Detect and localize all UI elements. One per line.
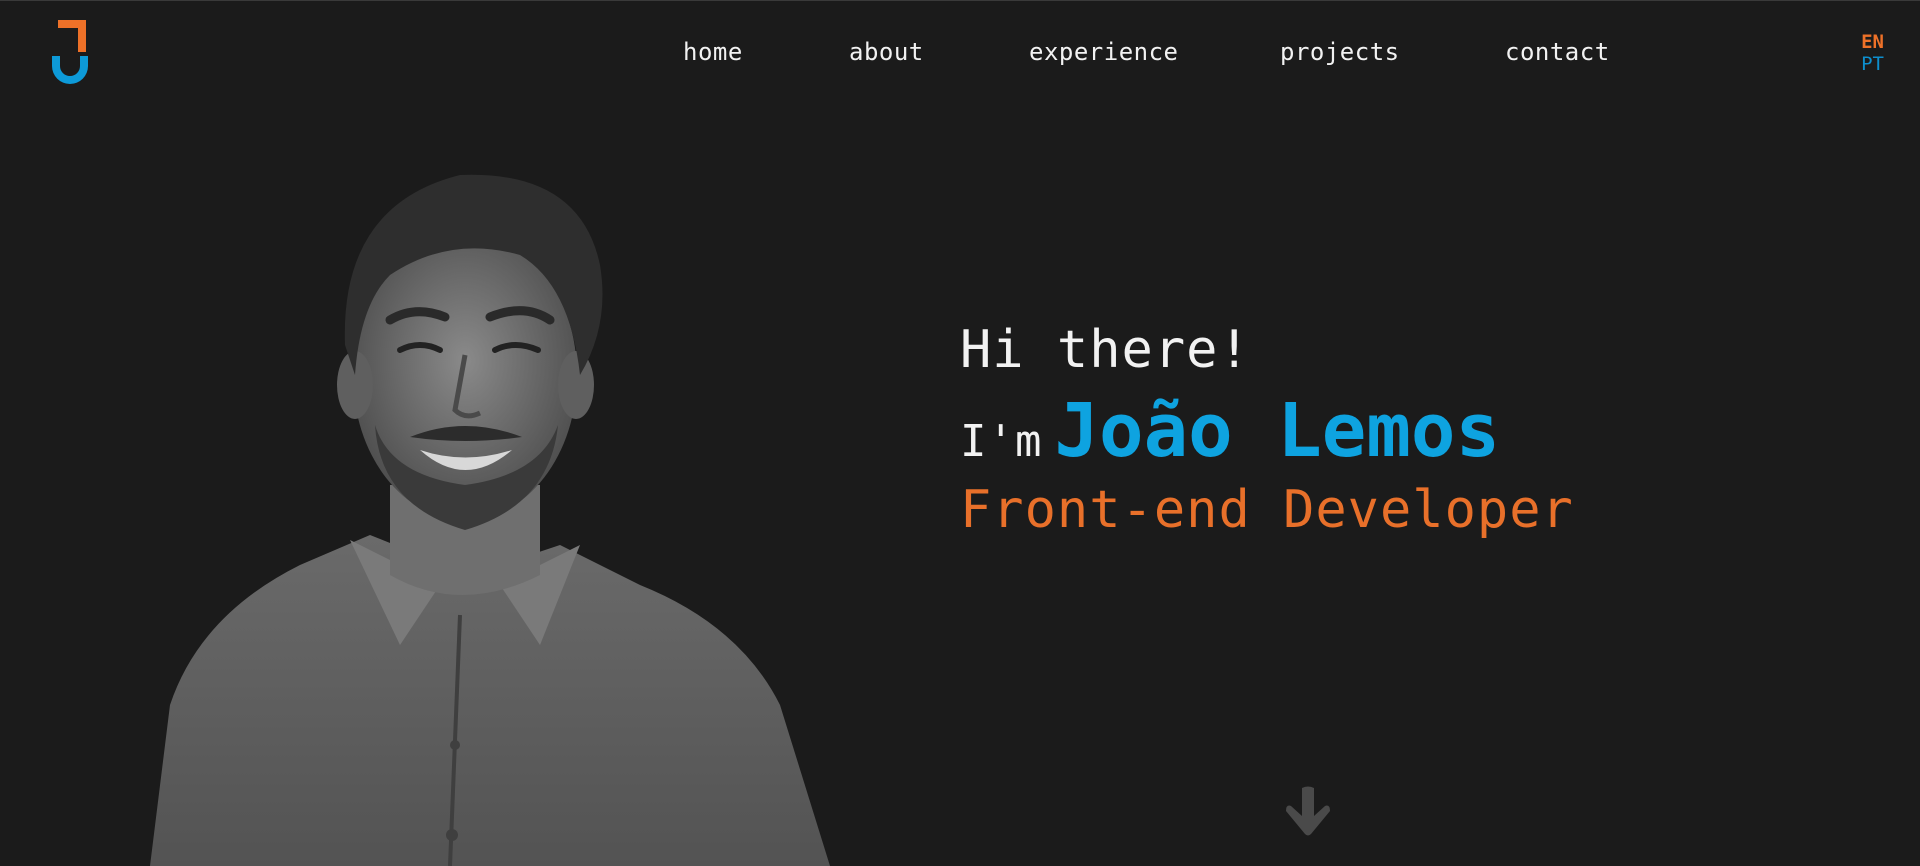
nav-about[interactable]: about (849, 38, 924, 66)
nav-experience[interactable]: experience (1029, 38, 1179, 66)
intro-line: I'm João Lemos (960, 388, 1574, 474)
main-nav: home about experience projects contact (0, 38, 1920, 74)
hero-section: Hi there! I'm João Lemos Front-end Develo… (960, 318, 1574, 542)
intro-text: I'm (960, 416, 1043, 467)
language-en[interactable]: EN (1861, 31, 1884, 53)
nav-home[interactable]: home (683, 38, 743, 66)
job-title: Front-end Developer (960, 480, 1574, 540)
language-pt[interactable]: PT (1861, 53, 1884, 75)
greeting-text: Hi there! (960, 320, 1251, 380)
arrow-down-icon[interactable] (1285, 786, 1331, 842)
nav-contact[interactable]: contact (1505, 38, 1610, 66)
developer-name: João Lemos (1054, 388, 1501, 474)
nav-projects[interactable]: projects (1280, 38, 1400, 66)
profile-photo (150, 174, 830, 866)
top-border (0, 0, 1920, 1)
language-switcher: EN PT (1861, 31, 1884, 75)
